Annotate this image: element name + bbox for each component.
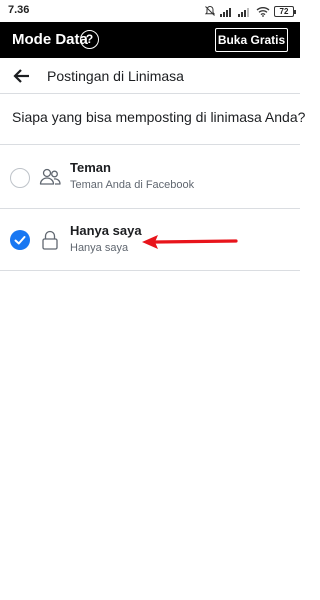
signal-icon (220, 7, 231, 17)
divider (0, 208, 300, 209)
question-circle-icon[interactable]: ? (80, 30, 99, 49)
radio-friends[interactable] (10, 168, 30, 188)
page-header: Postingan di Linimasa (0, 58, 300, 94)
free-mode-button[interactable]: Buka Gratis (215, 28, 288, 52)
divider (0, 144, 300, 145)
annotation-arrow-icon (142, 235, 238, 249)
status-bar: 7.36 72 (0, 0, 300, 22)
question-heading: Siapa yang bisa memposting di linimasa A… (12, 109, 306, 125)
signal-icon-2 (238, 7, 249, 17)
wifi-icon (256, 6, 270, 17)
option-sublabel: Teman Anda di Facebook (70, 179, 195, 191)
divider (0, 270, 300, 271)
lock-icon (42, 230, 58, 250)
arrow-left-icon[interactable] (12, 66, 32, 86)
data-mode-bar: Mode Data ? Buka Gratis (0, 22, 300, 58)
battery-icon: 72 (274, 5, 296, 17)
friends-icon (39, 168, 61, 185)
option-label: Teman (70, 160, 111, 175)
option-label: Hanya saya (70, 223, 142, 238)
option-friends[interactable]: Teman Teman Anda di Facebook (0, 148, 300, 208)
option-sublabel: Hanya saya (70, 242, 129, 254)
check-icon (14, 236, 26, 245)
status-icons: 72 (204, 4, 296, 18)
radio-only-me[interactable] (10, 230, 30, 250)
data-mode-title: Mode Data (12, 31, 88, 48)
alarm-muted-icon (204, 5, 216, 16)
page-title: Postingan di Linimasa (47, 68, 184, 84)
status-time: 7.36 (8, 4, 30, 16)
